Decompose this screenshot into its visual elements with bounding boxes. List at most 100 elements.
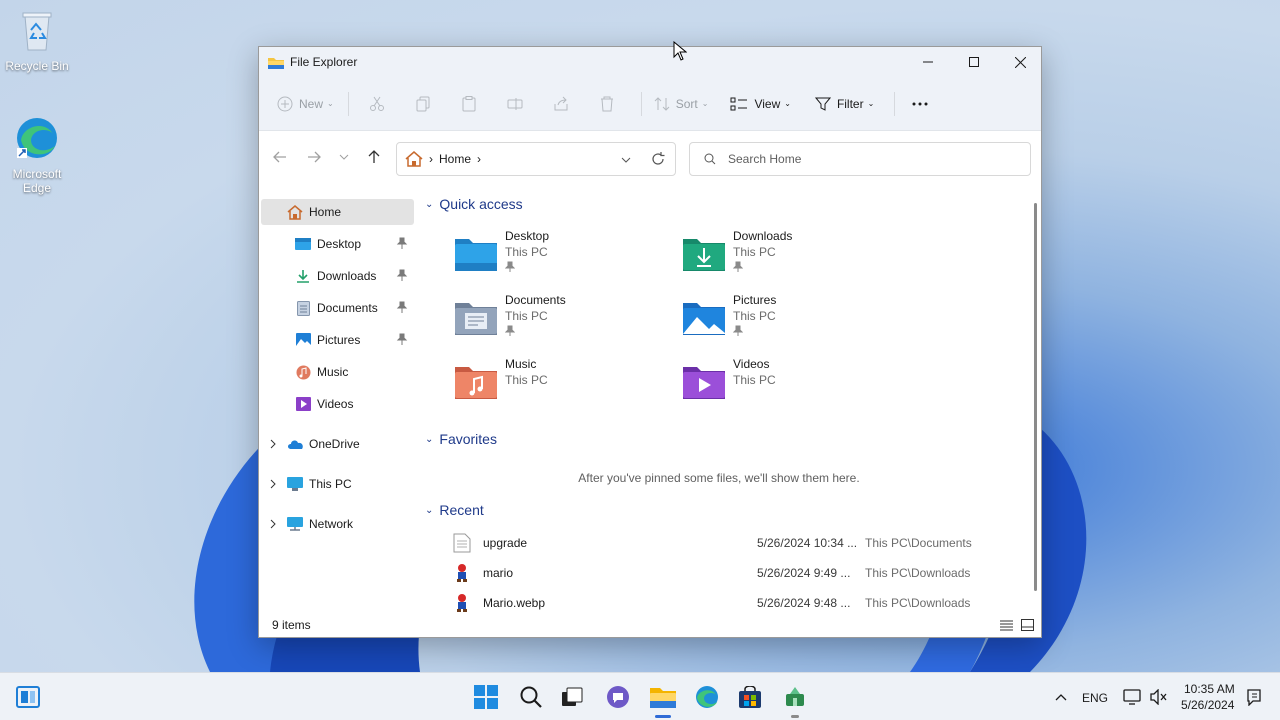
plus-circle-icon (277, 96, 293, 111)
input-language[interactable]: ENG (1082, 691, 1108, 705)
quick-access-desktop[interactable]: Desktop This PC (455, 229, 675, 285)
refresh-icon[interactable] (651, 152, 665, 166)
videos-folder-icon (683, 367, 725, 399)
view-button[interactable]: View ⌄ (730, 88, 791, 120)
downloads-folder-icon (683, 239, 725, 271)
details-view-button[interactable] (999, 618, 1013, 632)
volume-button[interactable] (1142, 681, 1174, 713)
edge-taskbar-button[interactable] (691, 681, 723, 713)
sidebar-item-label: Videos (317, 397, 354, 411)
music-icon (295, 364, 311, 380)
delete-button[interactable] (587, 88, 627, 120)
edge-icon (696, 686, 718, 708)
sidebar-item-downloads[interactable]: Downloads (259, 263, 414, 289)
sort-button[interactable]: Sort ⌄ (654, 88, 708, 120)
sidebar-item-onedrive[interactable]: OneDrive (259, 431, 414, 457)
vertical-scrollbar[interactable] (1034, 203, 1037, 591)
minimize-button[interactable] (905, 47, 951, 77)
close-button[interactable] (997, 47, 1043, 77)
pin-icon (505, 261, 515, 272)
recent-locations-button[interactable] (334, 147, 354, 167)
file-explorer-taskbar-button[interactable] (647, 681, 679, 713)
sidebar-item-label: Music (317, 365, 349, 379)
chevron-down-icon: ⌄ (425, 433, 434, 445)
maximize-button[interactable] (951, 47, 997, 77)
sidebar-item-desktop[interactable]: Desktop (259, 231, 414, 257)
sidebar-item-pictures[interactable]: Pictures (259, 327, 414, 353)
title-bar[interactable]: File Explorer (259, 47, 1041, 77)
sidebar-item-this-pc[interactable]: This PC (259, 471, 414, 497)
image-file-icon (457, 594, 467, 612)
filter-button[interactable]: Filter ⌄ (814, 88, 874, 120)
notifications-button[interactable] (1238, 681, 1270, 713)
close-icon (1014, 56, 1026, 68)
more-options-button[interactable] (903, 88, 937, 120)
store-taskbar-button[interactable] (734, 681, 766, 713)
sidebar-item-videos[interactable]: Videos (259, 391, 414, 417)
sidebar-item-documents[interactable]: Documents (259, 295, 414, 321)
copy-button[interactable] (403, 88, 443, 120)
quick-access-videos[interactable]: Videos This PC (683, 357, 903, 413)
quick-access-downloads[interactable]: Downloads This PC (683, 229, 903, 285)
search-box[interactable] (689, 142, 1031, 176)
quick-access-pictures[interactable]: Pictures This PC (683, 293, 903, 349)
paste-button[interactable] (449, 88, 489, 120)
sidebar-item-music[interactable]: Music (259, 359, 414, 385)
folder-location: This PC (733, 309, 776, 323)
task-view-button[interactable] (556, 681, 588, 713)
new-button[interactable]: New ⌄ (277, 88, 334, 120)
desktop-icon-edge[interactable]: Microsoft Edge (1, 116, 73, 195)
recent-row[interactable]: mario 5/26/2024 9:49 ... This PC\Downloa… (453, 559, 1013, 587)
search-button[interactable] (515, 681, 547, 713)
widgets-button[interactable] (12, 681, 44, 713)
quick-access-documents[interactable]: Documents This PC (455, 293, 675, 349)
window-title: File Explorer (290, 55, 358, 69)
up-button[interactable] (364, 147, 384, 167)
chevron-down-icon[interactable] (621, 157, 631, 163)
share-button[interactable] (541, 88, 581, 120)
cut-button[interactable] (357, 88, 397, 120)
recent-header[interactable]: ⌄ Recent (425, 502, 484, 518)
favorites-header[interactable]: ⌄ Favorites (425, 431, 497, 447)
toolbar-divider (347, 91, 349, 116)
quick-access-music[interactable]: Music This PC (455, 357, 675, 413)
documents-folder-icon (455, 303, 497, 335)
widgets-icon (16, 686, 40, 708)
breadcrumb-home[interactable]: Home (439, 152, 471, 166)
navigation-pane: Home Desktop Downloads Documents Picture… (259, 195, 417, 615)
search-input[interactable] (728, 152, 1008, 166)
trash-icon (600, 96, 613, 111)
recent-file-date: 5/26/2024 9:48 ... (757, 596, 851, 610)
clock-time[interactable]: 10:35 AM (1184, 682, 1235, 696)
teams-chat-button[interactable] (602, 681, 634, 713)
filter-icon (814, 97, 831, 111)
clock-date[interactable]: 5/26/2024 (1181, 698, 1234, 712)
share-icon (554, 96, 568, 110)
recent-file-name: mario (483, 566, 514, 580)
folder-name: Downloads (733, 229, 793, 243)
back-button[interactable] (270, 147, 290, 167)
sidebar-item-label: Network (309, 517, 354, 531)
pin-icon (396, 333, 408, 348)
network-icon (287, 516, 303, 532)
app-taskbar-button[interactable] (779, 681, 811, 713)
rename-button[interactable] (495, 88, 535, 120)
show-hidden-icons-button[interactable] (1045, 681, 1077, 713)
address-bar[interactable]: › Home › (396, 142, 676, 176)
recent-row[interactable]: upgrade 5/26/2024 10:34 ... This PC\Docu… (453, 529, 1013, 557)
chevron-up-icon (1055, 694, 1067, 701)
sort-label: Sort (675, 96, 698, 111)
quick-access-header[interactable]: ⌄ Quick access (425, 196, 523, 212)
sidebar-item-network[interactable]: Network (259, 511, 414, 537)
active-app-indicator (655, 715, 671, 718)
app-icon (786, 687, 804, 706)
large-icons-view-button[interactable] (1020, 618, 1034, 632)
forward-button[interactable] (304, 147, 324, 167)
start-button[interactable] (470, 681, 502, 713)
recent-file-name: Mario.webp (483, 596, 546, 610)
desktop-icon-recycle-bin[interactable]: Recycle Bin (1, 8, 73, 73)
recycle-bin-label: Recycle Bin (5, 59, 69, 73)
search-icon (704, 153, 716, 165)
sidebar-item-home[interactable]: Home (261, 199, 414, 225)
large-icons-view-icon (1020, 619, 1034, 631)
